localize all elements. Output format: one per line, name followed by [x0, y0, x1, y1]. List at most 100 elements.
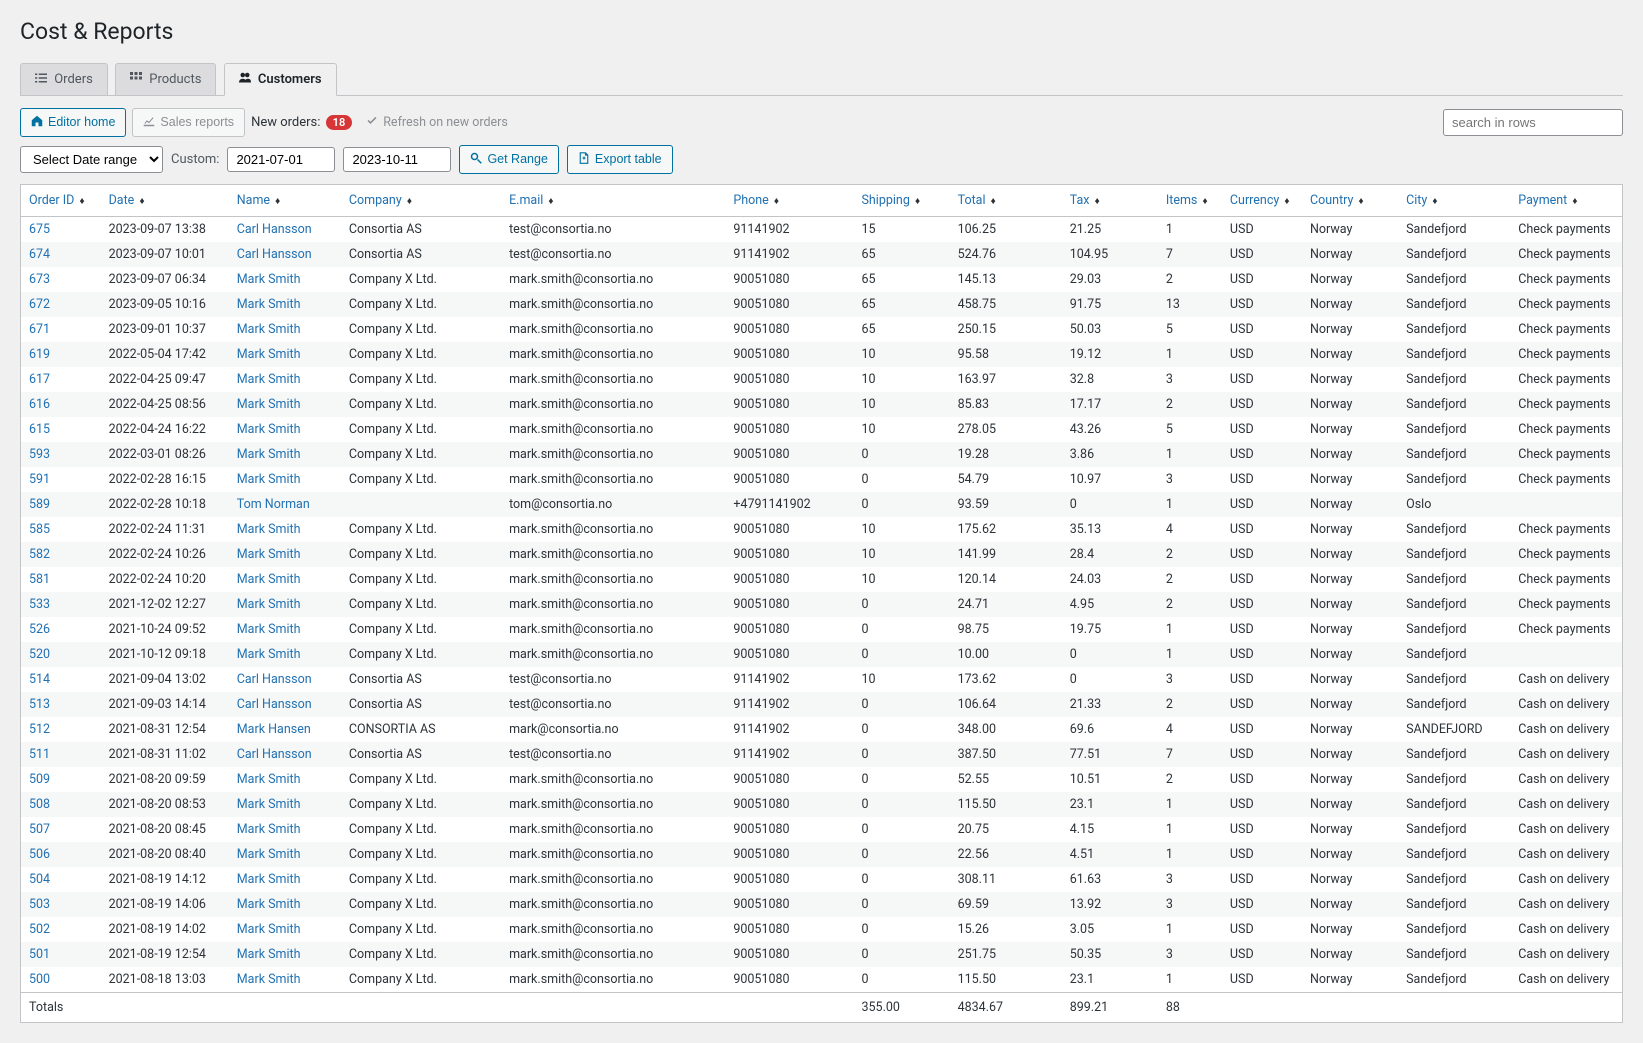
- col-shipping[interactable]: Shipping ♦: [854, 184, 950, 216]
- cell-order_id[interactable]: 671: [21, 317, 101, 342]
- sort-icon: ♦: [139, 196, 144, 207]
- cell-name[interactable]: Mark Smith: [229, 567, 341, 592]
- cell-order_id[interactable]: 508: [21, 792, 101, 817]
- cell-name[interactable]: Carl Hansson: [229, 216, 341, 242]
- cell-name[interactable]: Mark Smith: [229, 767, 341, 792]
- tab-orders[interactable]: Orders: [20, 63, 108, 95]
- cell-name[interactable]: Tom Norman: [229, 492, 341, 517]
- col-city[interactable]: City ♦: [1398, 184, 1510, 216]
- col-email[interactable]: E.mail ♦: [501, 184, 725, 216]
- cell-name[interactable]: Mark Smith: [229, 617, 341, 642]
- refresh-toggle[interactable]: Refresh on new orders: [366, 115, 508, 130]
- cell-order_id[interactable]: 511: [21, 742, 101, 767]
- col-date[interactable]: Date ♦: [101, 184, 229, 216]
- cell-name[interactable]: Mark Smith: [229, 792, 341, 817]
- cell-name[interactable]: Mark Smith: [229, 867, 341, 892]
- cell-name[interactable]: Mark Smith: [229, 817, 341, 842]
- export-table-button[interactable]: Export table: [567, 145, 673, 174]
- col-tax[interactable]: Tax ♦: [1062, 184, 1158, 216]
- cell-total: 175.62: [950, 517, 1062, 542]
- cell-order_id[interactable]: 615: [21, 417, 101, 442]
- cell-order_id[interactable]: 507: [21, 817, 101, 842]
- col-payment[interactable]: Payment ♦: [1510, 184, 1622, 216]
- cell-order_id[interactable]: 514: [21, 667, 101, 692]
- cell-order_id[interactable]: 506: [21, 842, 101, 867]
- cell-name[interactable]: Mark Smith: [229, 317, 341, 342]
- range-bar: Select Date range Custom: Get Range Expo…: [20, 145, 1623, 174]
- col-company[interactable]: Company ♦: [341, 184, 501, 216]
- cell-name[interactable]: Mark Smith: [229, 967, 341, 993]
- col-items[interactable]: Items ♦: [1158, 184, 1222, 216]
- cell-name[interactable]: Mark Hansen: [229, 717, 341, 742]
- cell-name[interactable]: Mark Smith: [229, 642, 341, 667]
- cell-order_id[interactable]: 617: [21, 367, 101, 392]
- cell-order_id[interactable]: 591: [21, 467, 101, 492]
- cell-order_id[interactable]: 581: [21, 567, 101, 592]
- cell-name[interactable]: Mark Smith: [229, 342, 341, 367]
- cell-name[interactable]: Mark Smith: [229, 842, 341, 867]
- sort-icon: ♦: [774, 196, 779, 207]
- cell-name[interactable]: Carl Hansson: [229, 242, 341, 267]
- cell-order_id[interactable]: 593: [21, 442, 101, 467]
- cell-name[interactable]: Mark Smith: [229, 417, 341, 442]
- cell-name[interactable]: Mark Smith: [229, 592, 341, 617]
- tab-products[interactable]: Products: [115, 63, 216, 95]
- cell-order_id[interactable]: 509: [21, 767, 101, 792]
- cell-order_id[interactable]: 501: [21, 942, 101, 967]
- cell-name[interactable]: Mark Smith: [229, 467, 341, 492]
- cell-date: 2022-04-25 09:47: [101, 367, 229, 392]
- cell-order_id[interactable]: 619: [21, 342, 101, 367]
- cell-name[interactable]: Mark Smith: [229, 442, 341, 467]
- cell-order_id[interactable]: 500: [21, 967, 101, 993]
- cell-name[interactable]: Mark Smith: [229, 917, 341, 942]
- cell-order_id[interactable]: 674: [21, 242, 101, 267]
- cell-order_id[interactable]: 513: [21, 692, 101, 717]
- cell-order_id[interactable]: 585: [21, 517, 101, 542]
- cell-payment: Check payments: [1510, 342, 1622, 367]
- cell-currency: USD: [1222, 842, 1302, 867]
- cell-order_id[interactable]: 504: [21, 867, 101, 892]
- tab-customers[interactable]: Customers: [224, 63, 337, 96]
- search-input[interactable]: [1443, 109, 1623, 136]
- cell-phone: 90051080: [725, 867, 853, 892]
- col-total[interactable]: Total ♦: [950, 184, 1062, 216]
- cell-total: 145.13: [950, 267, 1062, 292]
- cell-name[interactable]: Mark Smith: [229, 517, 341, 542]
- cell-order_id[interactable]: 526: [21, 617, 101, 642]
- cell-name[interactable]: Mark Smith: [229, 292, 341, 317]
- cell-order_id[interactable]: 672: [21, 292, 101, 317]
- cell-order_id[interactable]: 675: [21, 216, 101, 242]
- cell-name[interactable]: Mark Smith: [229, 942, 341, 967]
- cell-name[interactable]: Carl Hansson: [229, 667, 341, 692]
- cell-name[interactable]: Mark Smith: [229, 267, 341, 292]
- col-country[interactable]: Country ♦: [1302, 184, 1398, 216]
- cell-name[interactable]: Mark Smith: [229, 542, 341, 567]
- cell-order_id[interactable]: 503: [21, 892, 101, 917]
- cell-company: Company X Ltd.: [341, 642, 501, 667]
- cell-order_id[interactable]: 533: [21, 592, 101, 617]
- cell-name[interactable]: Mark Smith: [229, 892, 341, 917]
- col-name[interactable]: Name ♦: [229, 184, 341, 216]
- cell-order_id[interactable]: 673: [21, 267, 101, 292]
- cell-order_id[interactable]: 502: [21, 917, 101, 942]
- col-currency[interactable]: Currency ♦: [1222, 184, 1302, 216]
- cell-name[interactable]: Mark Smith: [229, 367, 341, 392]
- date-from-input[interactable]: [227, 147, 335, 172]
- cell-email: mark.smith@consortia.no: [501, 392, 725, 417]
- date-range-select[interactable]: Select Date range: [20, 146, 163, 173]
- cell-order_id[interactable]: 582: [21, 542, 101, 567]
- totals-tax: 899.21: [1062, 992, 1158, 1022]
- editor-home-button[interactable]: Editor home: [20, 108, 126, 137]
- cell-name[interactable]: Mark Smith: [229, 392, 341, 417]
- col-phone[interactable]: Phone ♦: [725, 184, 853, 216]
- cell-email: mark.smith@consortia.no: [501, 892, 725, 917]
- cell-order_id[interactable]: 520: [21, 642, 101, 667]
- cell-name[interactable]: Carl Hansson: [229, 742, 341, 767]
- cell-name[interactable]: Carl Hansson: [229, 692, 341, 717]
- cell-order_id[interactable]: 616: [21, 392, 101, 417]
- date-to-input[interactable]: [343, 147, 451, 172]
- cell-order_id[interactable]: 589: [21, 492, 101, 517]
- cell-order_id[interactable]: 512: [21, 717, 101, 742]
- get-range-button[interactable]: Get Range: [459, 145, 558, 174]
- col-order_id[interactable]: Order ID ♦: [21, 184, 101, 216]
